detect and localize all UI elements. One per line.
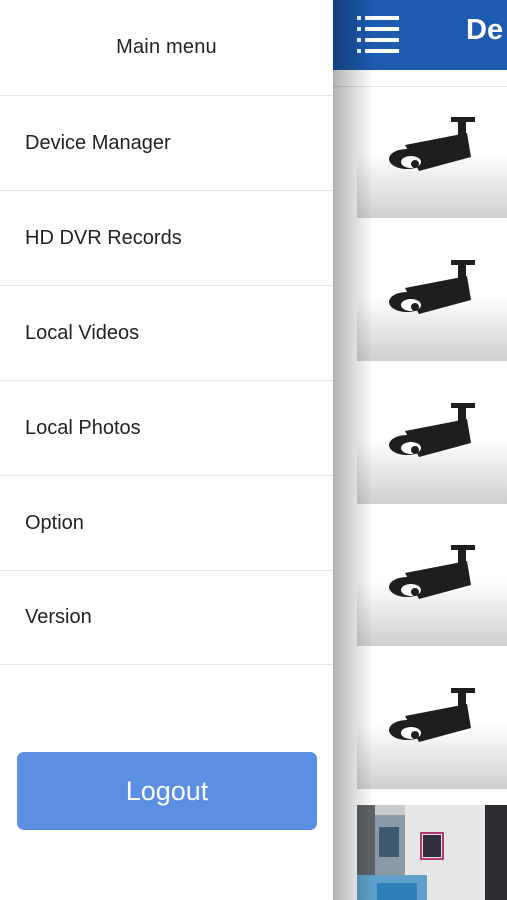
hamburger-menu-icon[interactable]	[357, 14, 401, 56]
camera-snapshot-thumbnail[interactable]	[357, 805, 507, 900]
main-panel: De	[333, 0, 507, 900]
menu-item-option[interactable]: Option	[0, 475, 333, 570]
security-camera-icon	[389, 403, 475, 457]
side-menu: Main menu Device Manager HD DVR Records …	[0, 0, 333, 900]
divider	[333, 86, 507, 87]
device-thumbnail[interactable]	[357, 256, 507, 361]
device-thumbnail[interactable]	[357, 541, 507, 646]
menu-item-version[interactable]: Version	[0, 570, 333, 665]
device-thumbnail[interactable]	[357, 113, 507, 218]
security-camera-icon	[389, 260, 475, 314]
menu-item-device-manager[interactable]: Device Manager	[0, 95, 333, 190]
menu-item-hd-dvr-records[interactable]: HD DVR Records	[0, 190, 333, 285]
device-thumbnail[interactable]	[357, 399, 507, 504]
security-camera-icon	[389, 688, 475, 742]
security-camera-icon	[389, 545, 475, 599]
logout-button[interactable]: Logout	[17, 752, 317, 830]
menu-title: Main menu	[116, 36, 217, 58]
page-title: De	[466, 14, 504, 46]
device-thumbnail[interactable]	[357, 684, 507, 789]
security-camera-icon	[389, 117, 475, 171]
menu-list: Device Manager HD DVR Records Local Vide…	[0, 95, 333, 665]
nav-bar: De	[333, 0, 507, 70]
menu-item-local-videos[interactable]: Local Videos	[0, 285, 333, 380]
menu-item-local-photos[interactable]: Local Photos	[0, 380, 333, 475]
